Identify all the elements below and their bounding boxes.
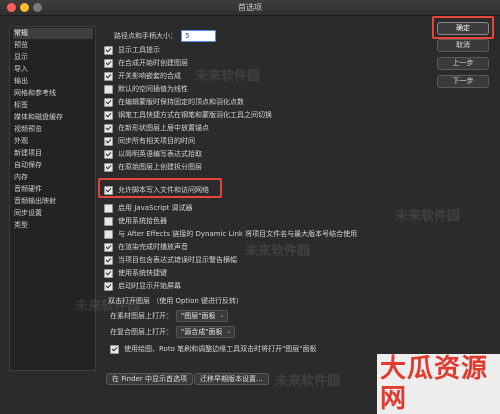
checkbox[interactable] — [104, 110, 113, 120]
checkbox[interactable] — [104, 71, 113, 81]
sidebar-item-labels[interactable]: 标签 — [13, 100, 93, 111]
checkbox-row[interactable]: 在合成开始时创建图层 — [104, 57, 188, 69]
watermark: 未来软件园 — [195, 69, 261, 84]
brand-logo: 大瓜资源网 — [377, 354, 500, 414]
checkbox-label: 启动时显示开始屏幕 — [118, 282, 181, 290]
checkbox-row[interactable]: 使用系统拾色器 — [104, 215, 167, 227]
checkbox[interactable] — [104, 229, 113, 239]
checkbox-label: 以简明英语编写表达式拾取 — [118, 150, 202, 158]
comp-layer-select[interactable]: "源合成"面板 ⌄ — [176, 326, 236, 338]
sidebar-item-video-preview[interactable]: 视频预览 — [13, 124, 93, 135]
watermark: 未来软件园 — [75, 299, 141, 314]
checkbox-row[interactable]: 开关影响嵌套的合成 — [104, 70, 181, 82]
migrate-settings-button[interactable]: 迁移早期版本设置... — [194, 373, 269, 385]
checkbox[interactable] — [104, 162, 113, 172]
checkbox[interactable] — [104, 268, 113, 278]
checkbox-row[interactable]: 使用系统快捷键 — [104, 267, 167, 279]
checkbox[interactable] — [104, 203, 113, 213]
checkbox[interactable] — [104, 149, 113, 159]
checkbox-label: 显示工具提示 — [118, 46, 160, 54]
footage-layer-value: "图层"面板 — [181, 312, 216, 320]
checkbox-row[interactable]: 在编辑蒙版时保持固定的顶点和羽化点数 — [104, 96, 244, 108]
checkbox-label: 在原始图层上创建拆分图层 — [118, 163, 202, 171]
checkbox-label: 在渲染完成时播放声音 — [118, 243, 188, 251]
checkbox-row[interactable]: 在新形状图层上居中放置锚点 — [104, 122, 209, 134]
checkbox-row[interactable]: 当项目包含表达式错误时显示警告横幅 — [104, 254, 237, 266]
next-button[interactable]: 下一步 — [437, 75, 489, 88]
checkbox-label: 使用系统快捷键 — [118, 269, 167, 277]
checkbox[interactable] — [104, 97, 113, 107]
checkbox-label: 开关影响嵌套的合成 — [118, 72, 181, 80]
checkbox-row[interactable]: 在原始图层上创建拆分图层 — [104, 161, 202, 173]
watermark: 未来软件园 — [245, 244, 311, 259]
footage-layer-select[interactable]: "图层"面板 ⌄ — [176, 310, 229, 322]
checkbox-row[interactable]: 与 After Effects 链接的 Dynamic Link 将项目文件名与… — [104, 228, 357, 240]
watermark: 未来软件园 — [275, 374, 341, 389]
preferences-sidebar: 常规 预览 显示 导入 输出 网格和参考线 标签 媒体和磁盘缓存 视频预览 外观… — [9, 26, 96, 371]
comp-layer-value: "源合成"面板 — [181, 328, 223, 336]
title-bar: 首选项 — [0, 0, 500, 16]
checkbox[interactable] — [110, 344, 119, 354]
checkbox-label: 钢笔工具快捷方式在钢笔和蒙版羽化工具之间切换 — [118, 111, 272, 119]
checkbox-row[interactable]: 以简明英语编写表达式拾取 — [104, 148, 202, 160]
chevron-down-icon: ⌄ — [226, 328, 232, 335]
checkbox-row[interactable]: 启用 JavaScript 调试器 — [104, 202, 193, 214]
checkbox-row[interactable]: 钢笔工具快捷方式在钢笔和蒙版羽化工具之间切换 — [104, 109, 272, 121]
checkbox-label: 使用系统拾色器 — [118, 217, 167, 225]
sidebar-item-audio-output-mapping[interactable]: 音频输出映射 — [13, 196, 93, 207]
allow-scripts-highlight-box — [98, 178, 222, 198]
sidebar-item-sync-settings[interactable]: 同步设置 — [13, 208, 93, 219]
checkbox[interactable] — [104, 216, 113, 226]
checkbox-label: 当项目包含表达式错误时显示警告横幅 — [118, 256, 237, 264]
checkbox[interactable] — [104, 123, 113, 133]
reveal-in-finder-button[interactable]: 在 Finder 中显示首选项 — [106, 373, 193, 385]
checkbox-label: 使用绘图、Roto 笔刷和调整边缘工具双击时将打开"图层"面板 — [124, 345, 317, 353]
checkbox[interactable] — [104, 281, 113, 291]
checkbox[interactable] — [104, 45, 113, 55]
sidebar-item-memory[interactable]: 内存 — [13, 172, 93, 183]
checkbox[interactable] — [104, 136, 113, 146]
sidebar-item-display[interactable]: 显示 — [13, 52, 93, 63]
comp-layer-label: 在复合图层上打开： — [110, 328, 173, 336]
sidebar-item-general[interactable]: 常规 — [13, 28, 93, 39]
sidebar-item-import[interactable]: 导入 — [13, 64, 93, 75]
checkbox-row[interactable]: 同步所有相关项目的时间 — [104, 135, 195, 147]
ok-highlight-box — [432, 16, 494, 39]
checkbox-label: 默认的空间插值为线性 — [118, 85, 188, 93]
previous-button[interactable]: 上一步 — [437, 57, 489, 70]
checkbox[interactable] — [104, 242, 113, 252]
sidebar-item-output[interactable]: 输出 — [13, 76, 93, 87]
watermark: 未来软件园 — [395, 209, 461, 224]
checkbox-row[interactable]: 使用绘图、Roto 笔刷和调整边缘工具双击时将打开"图层"面板 — [110, 343, 317, 355]
checkbox-label: 在合成开始时创建图层 — [118, 59, 188, 67]
checkbox[interactable] — [104, 255, 113, 265]
sidebar-item-type[interactable]: 类型 — [13, 220, 93, 231]
path-point-size-input[interactable]: 5 — [181, 30, 216, 42]
checkbox-label: 在新形状图层上居中放置锚点 — [118, 124, 209, 132]
comp-layer-row: 在复合图层上打开： "源合成"面板 ⌄ — [110, 326, 236, 338]
checkbox[interactable] — [104, 58, 113, 68]
checkbox-label: 启用 JavaScript 调试器 — [118, 204, 193, 212]
checkbox-row[interactable]: 默认的空间插值为线性 — [104, 83, 188, 95]
checkbox-label: 同步所有相关项目的时间 — [118, 137, 195, 145]
checkbox-label: 与 After Effects 链接的 Dynamic Link 将项目文件名与… — [118, 230, 358, 238]
sidebar-item-auto-save[interactable]: 自动保存 — [13, 160, 93, 171]
checkbox-row[interactable]: 在渲染完成时播放声音 — [104, 241, 188, 253]
checkbox-row[interactable]: 显示工具提示 — [104, 44, 160, 56]
path-point-size-label: 路径点和手柄大小： — [114, 32, 177, 40]
sidebar-item-media-cache[interactable]: 媒体和磁盘缓存 — [13, 112, 93, 123]
sidebar-item-new-project[interactable]: 新建项目 — [13, 148, 93, 159]
cancel-button[interactable]: 取消 — [437, 39, 489, 52]
checkbox-label: 在编辑蒙版时保持固定的顶点和羽化点数 — [118, 98, 244, 106]
sidebar-item-audio-hardware[interactable]: 音频硬件 — [13, 184, 93, 195]
window-title: 首选项 — [238, 3, 262, 12]
checkbox-row[interactable]: 启动时显示开始屏幕 — [104, 280, 181, 292]
sidebar-item-grids-guides[interactable]: 网格和参考线 — [13, 88, 93, 99]
sidebar-item-appearance[interactable]: 外观 — [13, 136, 93, 147]
sidebar-item-previews[interactable]: 预览 — [13, 40, 93, 51]
chevron-down-icon: ⌄ — [219, 312, 225, 319]
checkbox[interactable] — [104, 84, 113, 94]
path-point-size-row: 路径点和手柄大小： 5 — [114, 30, 216, 42]
